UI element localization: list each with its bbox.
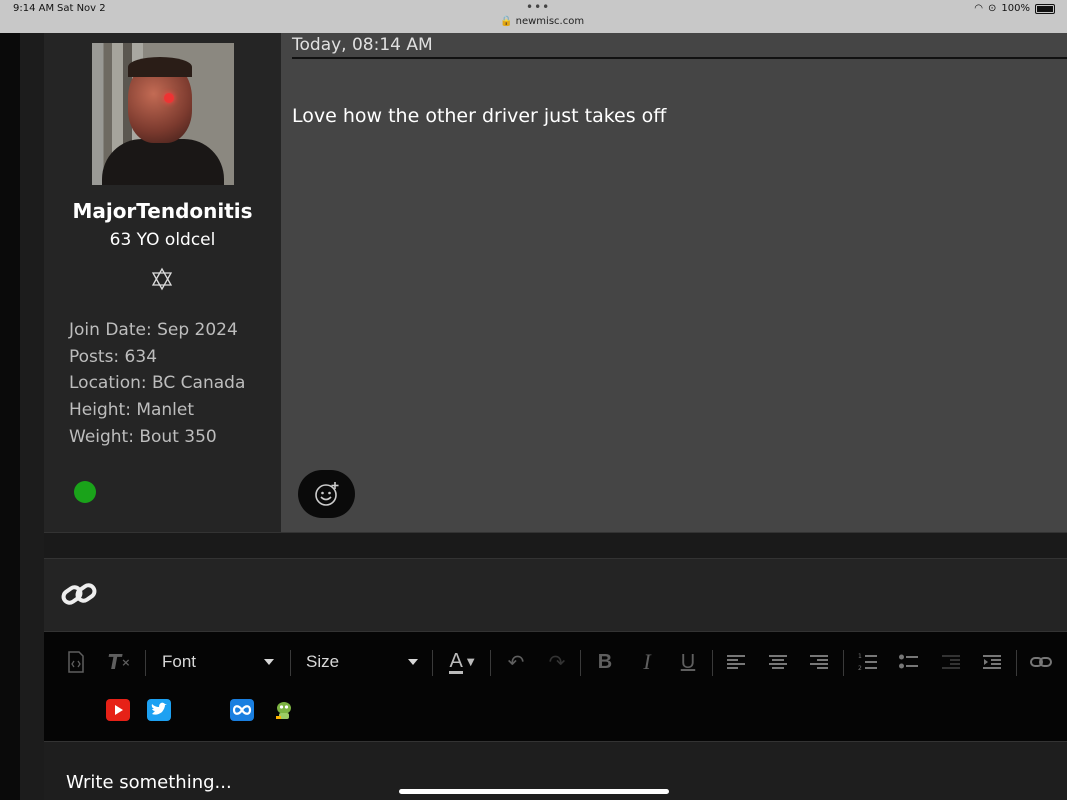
align-left-icon[interactable] <box>724 649 748 675</box>
separator-bar <box>44 532 1067 558</box>
youtube-icon[interactable] <box>106 699 130 721</box>
toolbar-separator <box>712 650 713 676</box>
chevron-down-icon <box>408 659 418 665</box>
ordered-list-icon[interactable]: 12 <box>856 649 880 675</box>
add-reaction-button[interactable] <box>298 470 355 518</box>
insert-link-icon[interactable] <box>1029 649 1053 675</box>
mascot-icon[interactable] <box>272 699 296 721</box>
post-date: Today, 08:14 AM <box>292 35 1067 59</box>
status-right: ◠ ⊙ 100% <box>974 3 1055 14</box>
toolbar-separator <box>145 650 146 676</box>
text-color-icon[interactable]: A ▼ <box>442 649 482 675</box>
svg-text:1: 1 <box>858 653 862 660</box>
editor-toolbar: T × Font Size A ▼ ↶ ↷ B I U 12 <box>44 631 1067 741</box>
undo-icon[interactable]: ↶ <box>504 649 528 675</box>
battery-icon <box>1035 3 1055 14</box>
outdent-icon[interactable] <box>939 649 963 675</box>
unordered-list-icon[interactable] <box>897 649 921 675</box>
avatar[interactable] <box>92 43 234 185</box>
post-text: Love how the other driver just takes off <box>292 105 667 127</box>
post-body: Today, 08:14 AM Love how the other drive… <box>281 33 1067 532</box>
left-gutter <box>20 33 44 800</box>
author-panel: MajorTendonitis 63 YO oldcel Join Date: … <box>44 33 281 532</box>
orientation-lock-icon: ⊙ <box>988 3 997 14</box>
toolbar-separator <box>490 650 491 676</box>
status-time: 9:14 AM <box>13 3 55 14</box>
toolbar-separator <box>432 650 433 676</box>
battery-percent: 100% <box>1001 3 1030 14</box>
weight: Weight: Bout 350 <box>69 426 217 447</box>
status-bar: 9:14 AM Sat Nov 2 ••• 🔒 newmisc.com ◠ ⊙ … <box>0 0 1067 33</box>
underline-icon[interactable]: U <box>676 649 700 675</box>
forum-post: MajorTendonitis 63 YO oldcel Join Date: … <box>44 33 1067 532</box>
link-bar <box>44 558 1067 631</box>
toolbar-separator <box>290 650 291 676</box>
clear-format-icon[interactable]: T × <box>106 649 132 675</box>
indent-icon[interactable] <box>980 649 1004 675</box>
post-count: Posts: 634 <box>69 346 158 367</box>
size-label: Size <box>306 652 340 671</box>
author-username[interactable]: MajorTendonitis <box>44 199 281 223</box>
editor-placeholder: Write something... <box>66 772 232 793</box>
author-info: Join Date: Sep 2024 Posts: 634 Location:… <box>69 317 245 451</box>
more-dots-icon[interactable]: ••• <box>526 0 550 14</box>
status-date: Sat Nov 2 <box>57 3 106 14</box>
italic-icon[interactable]: I <box>635 649 659 675</box>
url-text: newmisc.com <box>515 16 585 27</box>
redo-icon[interactable]: ↷ <box>545 649 569 675</box>
wifi-icon: ◠ <box>974 3 984 14</box>
height: Height: Manlet <box>69 400 195 421</box>
twitter-icon[interactable] <box>147 699 171 721</box>
source-icon[interactable] <box>64 649 88 675</box>
chevron-down-icon <box>264 659 274 665</box>
online-status-indicator <box>74 481 96 503</box>
toolbar-separator <box>843 650 844 676</box>
left-edge <box>0 33 20 800</box>
align-center-icon[interactable] <box>766 649 790 675</box>
svg-text:2: 2 <box>858 665 862 671</box>
align-right-icon[interactable] <box>807 649 831 675</box>
bold-icon[interactable]: B <box>593 649 617 675</box>
toolbar-separator <box>1016 650 1017 676</box>
star-of-david-icon <box>151 267 173 291</box>
toolbar-separator <box>580 650 581 676</box>
font-dropdown[interactable]: Font <box>162 649 274 675</box>
add-emoji-icon <box>315 482 339 506</box>
author-title: 63 YO oldcel <box>109 230 216 250</box>
font-label: Font <box>162 652 197 671</box>
location: Location: BC Canada <box>69 373 246 394</box>
url-address[interactable]: 🔒 newmisc.com <box>500 16 584 27</box>
join-date: Join Date: Sep 2024 <box>69 320 238 340</box>
size-dropdown[interactable]: Size <box>306 649 418 675</box>
infinity-icon[interactable] <box>230 699 254 721</box>
home-indicator <box>399 789 669 794</box>
link-icon[interactable] <box>60 577 98 611</box>
